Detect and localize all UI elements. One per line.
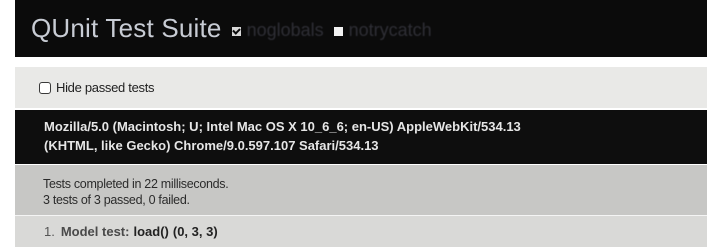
page-title: QUnit Test Suite xyxy=(31,13,222,43)
hide-passed-label[interactable]: Hide passed tests xyxy=(56,80,155,95)
test-name: load() xyxy=(133,224,169,239)
user-agent-banner: Mozilla/5.0 (Macintosh; U; Intel Mac OS … xyxy=(15,110,707,164)
test-results-summary: Tests completed in 22 milliseconds. 3 te… xyxy=(15,165,707,215)
qunit-header: QUnit Test Suite noglobals notrycatch xyxy=(15,0,707,57)
noglobals-checkbox[interactable] xyxy=(231,26,241,36)
test-number: 1. xyxy=(44,224,55,239)
qunit-page: QUnit Test Suite noglobals notrycatch Hi… xyxy=(0,0,707,247)
test-row[interactable]: 1. Model test: load() (0, 3, 3) xyxy=(15,216,707,247)
test-counts[interactable]: (0, 3, 3) xyxy=(173,224,218,239)
hide-passed-checkbox[interactable] xyxy=(39,81,51,94)
user-agent-line-1: Mozilla/5.0 (Macintosh; U; Intel Mac OS … xyxy=(44,119,521,134)
qunit-toolbar: Hide passed tests xyxy=(15,67,707,108)
results-duration: Tests completed in 22 milliseconds. xyxy=(43,177,229,191)
notrycatch-label[interactable]: notrycatch xyxy=(349,20,432,41)
test-module-name: Model test: xyxy=(60,224,130,239)
user-agent-line-2: (KHTML, like Gecko) Chrome/9.0.597.107 S… xyxy=(44,138,379,153)
notrycatch-checkbox[interactable] xyxy=(333,26,343,36)
noglobals-label[interactable]: noglobals xyxy=(247,20,324,41)
results-counts: 3 tests of 3 passed, 0 failed. xyxy=(43,193,190,207)
